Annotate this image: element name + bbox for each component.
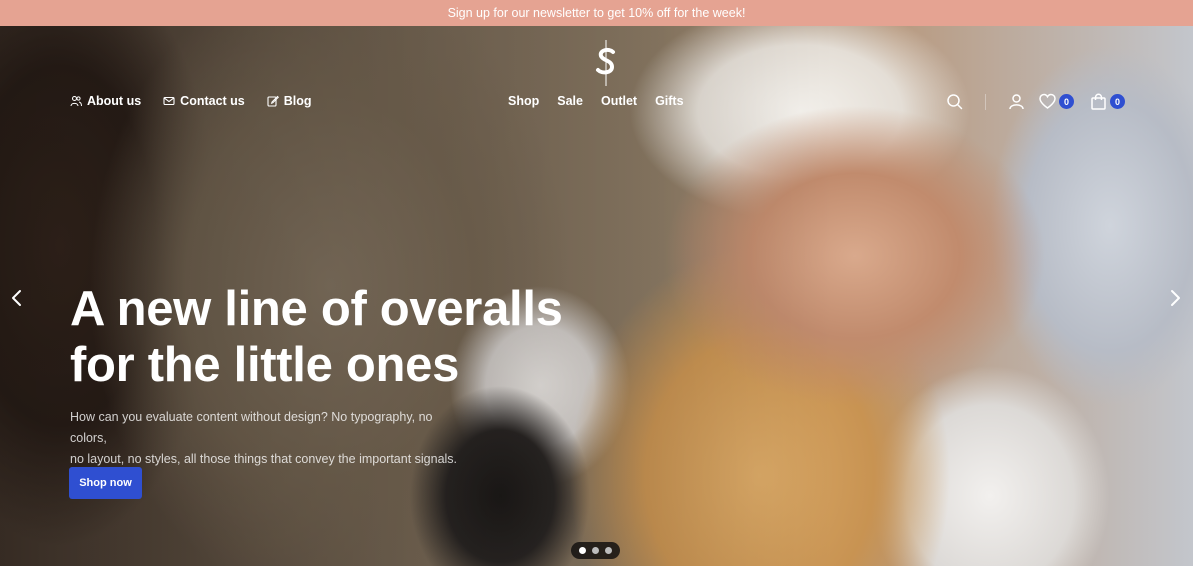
wishlist-count-badge: 0 [1059, 94, 1074, 109]
hero-headline-line-2: for the little ones [70, 338, 460, 392]
nav-about-us-label: About us [87, 94, 142, 108]
edit-icon [267, 95, 279, 107]
slide-dot-1[interactable] [579, 547, 586, 554]
cart-count-badge: 0 [1110, 94, 1125, 109]
promo-bar: Sign up for our newsletter to get 10% of… [0, 0, 1193, 26]
heart-icon [1039, 93, 1056, 109]
search-icon [947, 94, 963, 110]
hero-description-line-2: no layout, no styles, all those things t… [70, 452, 458, 466]
nav-about-us[interactable]: About us [70, 94, 141, 108]
slider-prev-button[interactable] [9, 288, 25, 308]
main-nav: Shop Sale Outlet Gifts [508, 94, 684, 108]
cart-button[interactable]: 0 [1090, 93, 1125, 110]
nav-contact-us[interactable]: Contact us [163, 94, 245, 108]
chevron-left-icon [12, 290, 21, 306]
nav-blog[interactable]: Blog [267, 94, 312, 108]
slider-next-button[interactable] [1167, 288, 1183, 308]
hero-slider: About us Contact us Blog Shop Sale Outle… [0, 26, 1193, 566]
header-actions: 0 0 [946, 93, 1125, 110]
shopping-bag-icon [1091, 93, 1106, 110]
hero-headline: A new line of overalls for the little on… [70, 281, 630, 393]
nav-sale[interactable]: Sale [557, 94, 583, 108]
chevron-right-icon [1171, 290, 1180, 306]
slide-dot-3[interactable] [605, 547, 612, 554]
slide-dot-2[interactable] [592, 547, 599, 554]
secondary-nav: About us Contact us Blog [70, 94, 312, 108]
nav-shop[interactable]: Shop [508, 94, 539, 108]
logo-mark-icon [596, 40, 615, 86]
user-icon [1009, 94, 1024, 110]
users-icon [70, 95, 82, 107]
mail-icon [163, 96, 175, 106]
promo-text: Sign up for our newsletter to get 10% of… [447, 6, 746, 20]
hero-headline-line-1: A new line of overalls [70, 282, 563, 336]
search-button[interactable] [946, 93, 963, 110]
brand-logo[interactable] [592, 40, 620, 86]
nav-gifts[interactable]: Gifts [655, 94, 683, 108]
header-divider [985, 93, 986, 110]
wishlist-button[interactable]: 0 [1039, 93, 1074, 110]
nav-blog-label: Blog [283, 94, 312, 108]
hero-description-line-1: How can you evaluate content without des… [70, 410, 433, 445]
shop-now-button[interactable]: Shop now [69, 467, 142, 499]
nav-contact-us-label: Contact us [180, 94, 245, 108]
slider-pagination [571, 542, 620, 559]
hero-description: How can you evaluate content without des… [70, 407, 470, 470]
nav-outlet[interactable]: Outlet [601, 94, 637, 108]
account-button[interactable] [1008, 93, 1025, 110]
